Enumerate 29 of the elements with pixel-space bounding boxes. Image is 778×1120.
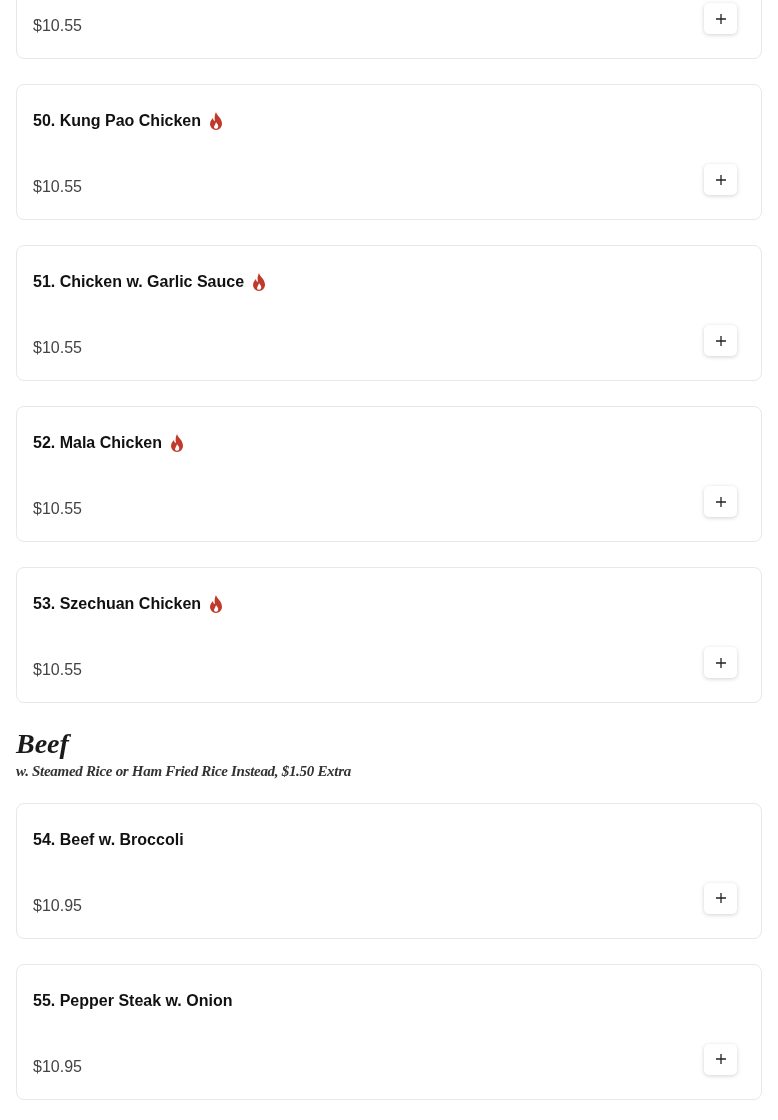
add-button[interactable] [704,164,737,195]
plus-icon [715,496,726,507]
add-button[interactable] [704,325,737,356]
plus-icon [715,174,726,185]
plus-icon [715,893,726,903]
item-name: 50. Kung Pao Chicken [33,111,202,131]
item-name: 53. Szechuan Chicken [33,594,202,614]
item-price: $10.95 [33,895,82,916]
item-price: $10.55 [33,16,82,36]
item-price: $10.95 [33,1056,82,1077]
item-name: 55. Pepper Steak w. Onion [33,990,233,1011]
plus-icon [715,335,726,346]
plus-icon [715,13,726,24]
item-price: $10.55 [33,177,82,197]
item-name: 54. Beef w. Broccoli [33,829,184,850]
add-button[interactable] [704,3,737,34]
item-price: $10.55 [33,499,82,519]
item-price: $10.55 [33,338,82,358]
add-button[interactable] [704,882,737,914]
section-title: Beef [16,728,72,760]
item-name: 52. Mala Chicken [33,433,162,453]
add-button[interactable] [704,1043,737,1075]
plus-icon [715,657,726,668]
add-button[interactable] [704,647,737,678]
section-subtitle: w. Steamed Rice or Ham Fried Rice Instead, $1.50 Extra [16,762,352,781]
plus-icon [715,1054,726,1064]
item-price: $10.55 [33,660,82,680]
item-name: 51. Chicken w. Garlic Sauce [33,272,245,292]
add-button[interactable] [704,486,737,517]
